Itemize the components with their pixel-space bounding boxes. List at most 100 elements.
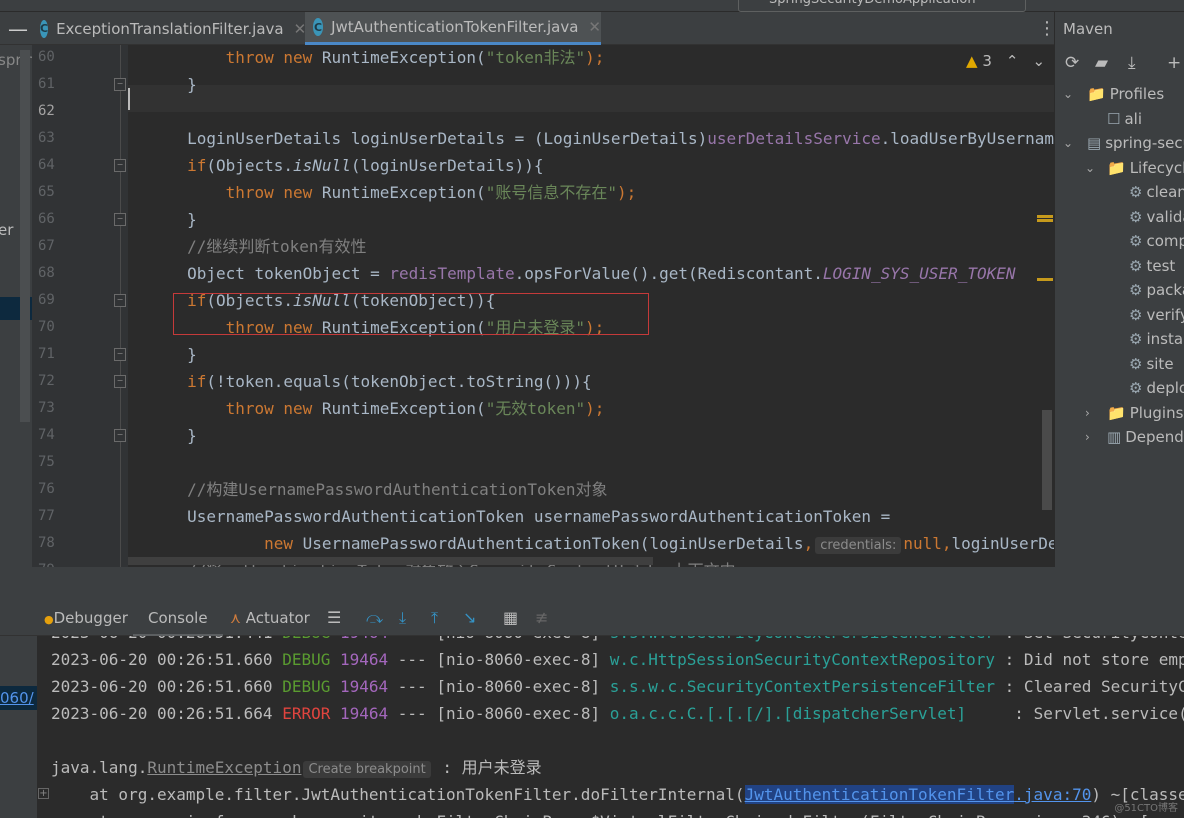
run-to-cursor-icon[interactable]: ↘	[463, 608, 476, 627]
line-number: 72	[38, 373, 55, 389]
warning-marker[interactable]	[1037, 278, 1053, 281]
code-token: isNull	[293, 156, 351, 175]
code-token: new	[283, 48, 322, 67]
code-line[interactable]: //继续判断token有效性	[128, 233, 366, 260]
run-configuration-selector[interactable]: SpringSecurityDemoApplication	[738, 0, 1026, 12]
code-line[interactable]: }	[128, 71, 197, 98]
project-item[interactable]: er	[0, 221, 13, 239]
code-token: --- [nio-8060-exec-8]	[388, 677, 610, 696]
maven-item-label: compile	[1146, 232, 1184, 250]
maven-item[interactable]: ⚙package	[1129, 281, 1184, 299]
collapse-icon[interactable]: —	[0, 12, 30, 45]
tab-actuator[interactable]: ⋏ Actuator	[230, 600, 310, 636]
tab-jwt-authentication-token-filter[interactable]: C JwtAuthenticationTokenFilter.java ✕	[305, 12, 601, 45]
chevron-down-icon[interactable]: ⌄	[1032, 52, 1045, 70]
tab-debugger[interactable]: ●Debugger	[44, 600, 128, 636]
evaluate-expression-icon[interactable]: ▦	[503, 608, 518, 627]
console-line: 2023-06-20 00:26:51.660 DEBUG 19464 --- …	[51, 673, 1184, 700]
code-line[interactable]: UsernamePasswordAuthenticationToken user…	[128, 503, 890, 530]
fold-marker-icon[interactable]: −	[114, 159, 126, 172]
code-line[interactable]: throw new RuntimeException("无效token");	[128, 395, 605, 422]
step-into-icon[interactable]: ⤓	[399, 608, 406, 628]
fold-marker-icon[interactable]: −	[114, 348, 126, 361]
maven-item[interactable]: 📁Lifecycle	[1107, 159, 1184, 177]
add-icon[interactable]: +	[1167, 53, 1181, 73]
maven-item[interactable]: ▤spring-security-demo	[1087, 134, 1184, 152]
chevron-up-icon[interactable]: ⌃	[1006, 52, 1019, 70]
inspection-widget[interactable]: ▲ 3 ⌃ ⌄	[966, 52, 1045, 70]
chevron-right-icon[interactable]: ›	[1085, 430, 1090, 444]
folder-gear-icon: 📁	[1107, 158, 1126, 177]
add-folder-reload-icon[interactable]: ▰	[1095, 53, 1108, 73]
code-line[interactable]: //构建UsernamePasswordAuthenticationToken对…	[128, 476, 607, 503]
fold-marker-icon[interactable]: −	[114, 294, 126, 307]
console-line: at org.springframework.security.web.Filt…	[51, 808, 1150, 818]
fold-marker-icon[interactable]: −	[114, 78, 126, 91]
tab-exception-translation-filter[interactable]: C ExceptionTranslationFilter.java ✕	[32, 12, 306, 45]
step-over-icon[interactable]: ⤼	[366, 608, 383, 628]
tab-console[interactable]: Console	[133, 600, 223, 636]
maven-item-label: package	[1146, 281, 1184, 299]
checkbox-icon[interactable]: ☐	[1107, 110, 1120, 128]
maven-item[interactable]: ⚙ test	[1129, 257, 1175, 275]
code-token: 2023-06-20 00:26:51.441	[51, 636, 282, 642]
horizontal-scrollbar[interactable]	[128, 557, 653, 565]
code-token: java.lang.	[51, 758, 148, 777]
console-output[interactable]: 2023-06-20 00:26:51.441 DEBUG 19464 --- …	[37, 636, 1184, 818]
code-line[interactable]: if(!token.equals(tokenObject.toString())…	[128, 368, 592, 395]
source-link[interactable]: JwtAuthenticationTokenFilter	[744, 785, 1015, 804]
chevron-right-icon[interactable]: ›	[1085, 406, 1090, 420]
chevron-down-icon[interactable]: ⌄	[1063, 136, 1073, 150]
maven-item[interactable]: ⚙ site	[1129, 355, 1174, 373]
vertical-scrollbar[interactable]	[1042, 410, 1052, 510]
code-line[interactable]: Object tokenObject = redisTemplate.opsFo…	[128, 260, 1015, 287]
code-token: RuntimeException(	[321, 48, 486, 67]
parameter-hint[interactable]: credentials:	[815, 537, 902, 554]
tab-label: Debugger	[53, 609, 128, 627]
chevron-down-icon[interactable]: ⌄	[1085, 161, 1095, 175]
fold-marker-icon[interactable]: −	[114, 375, 126, 388]
maven-item[interactable]: ⚙validate	[1129, 208, 1184, 226]
close-icon[interactable]: ✕	[588, 18, 601, 36]
maven-item[interactable]: 📁 Profiles	[1087, 85, 1164, 103]
fold-marker-icon[interactable]: −	[114, 429, 126, 442]
expand-icon[interactable]: +	[38, 788, 49, 799]
source-link[interactable]: .java:70	[1014, 785, 1091, 804]
scrollbar[interactable]	[20, 50, 30, 422]
maven-item[interactable]: ⚙deploy	[1129, 379, 1184, 397]
code-line[interactable]: }	[128, 341, 197, 368]
maven-item[interactable]: ⚙compile	[1129, 232, 1184, 250]
download-icon[interactable]: ⤓	[1128, 53, 1136, 73]
code-line[interactable]: }	[128, 206, 197, 233]
code-line[interactable]: LoginUserDetails loginUserDetails = (Log…	[128, 125, 1054, 152]
maven-item[interactable]: ⚙install	[1129, 330, 1184, 348]
fold-marker-icon[interactable]: −	[114, 213, 126, 226]
frames-menu-icon[interactable]: ☰	[327, 608, 341, 627]
code-token: userDetailsService	[707, 129, 881, 148]
chevron-down-icon[interactable]: ⌄	[1063, 87, 1073, 101]
reload-icon[interactable]: ⟳	[1065, 53, 1079, 73]
more-options-icon[interactable]: ⋮	[1030, 12, 1056, 45]
maven-item[interactable]: 📁 Plugins	[1107, 404, 1183, 422]
step-out-icon[interactable]: ⤒	[431, 608, 438, 628]
warning-marker[interactable]	[1037, 215, 1053, 218]
gear-icon: ⚙	[1129, 207, 1143, 226]
maven-item-label: Lifecycle	[1129, 158, 1184, 177]
parameter-hint[interactable]: Create breakpoint	[303, 761, 431, 778]
warning-marker[interactable]	[1037, 219, 1053, 222]
line-number: 66	[38, 211, 55, 227]
trace-icon[interactable]: ≢	[535, 608, 548, 627]
code-line[interactable]: throw new RuntimeException("token非法");	[128, 45, 605, 71]
url-link[interactable]: 060/	[0, 686, 37, 710]
maven-item[interactable]: ▥Dependencies	[1107, 428, 1184, 446]
code-token: 19464	[330, 677, 389, 696]
code-line[interactable]: new UsernamePasswordAuthenticationToken(…	[128, 530, 1054, 557]
maven-item[interactable]: ☐ ali	[1107, 110, 1142, 128]
maven-item[interactable]: ⚙verify	[1129, 306, 1184, 324]
source-link[interactable]: RuntimeException	[147, 758, 301, 777]
code-line[interactable]: throw new RuntimeException("账号信息不存在");	[128, 179, 637, 206]
maven-item[interactable]: ⚙ clean	[1129, 183, 1184, 201]
code-line[interactable]: }	[128, 422, 197, 449]
code-line[interactable]: if(Objects.isNull(loginUserDetails)){	[128, 152, 543, 179]
